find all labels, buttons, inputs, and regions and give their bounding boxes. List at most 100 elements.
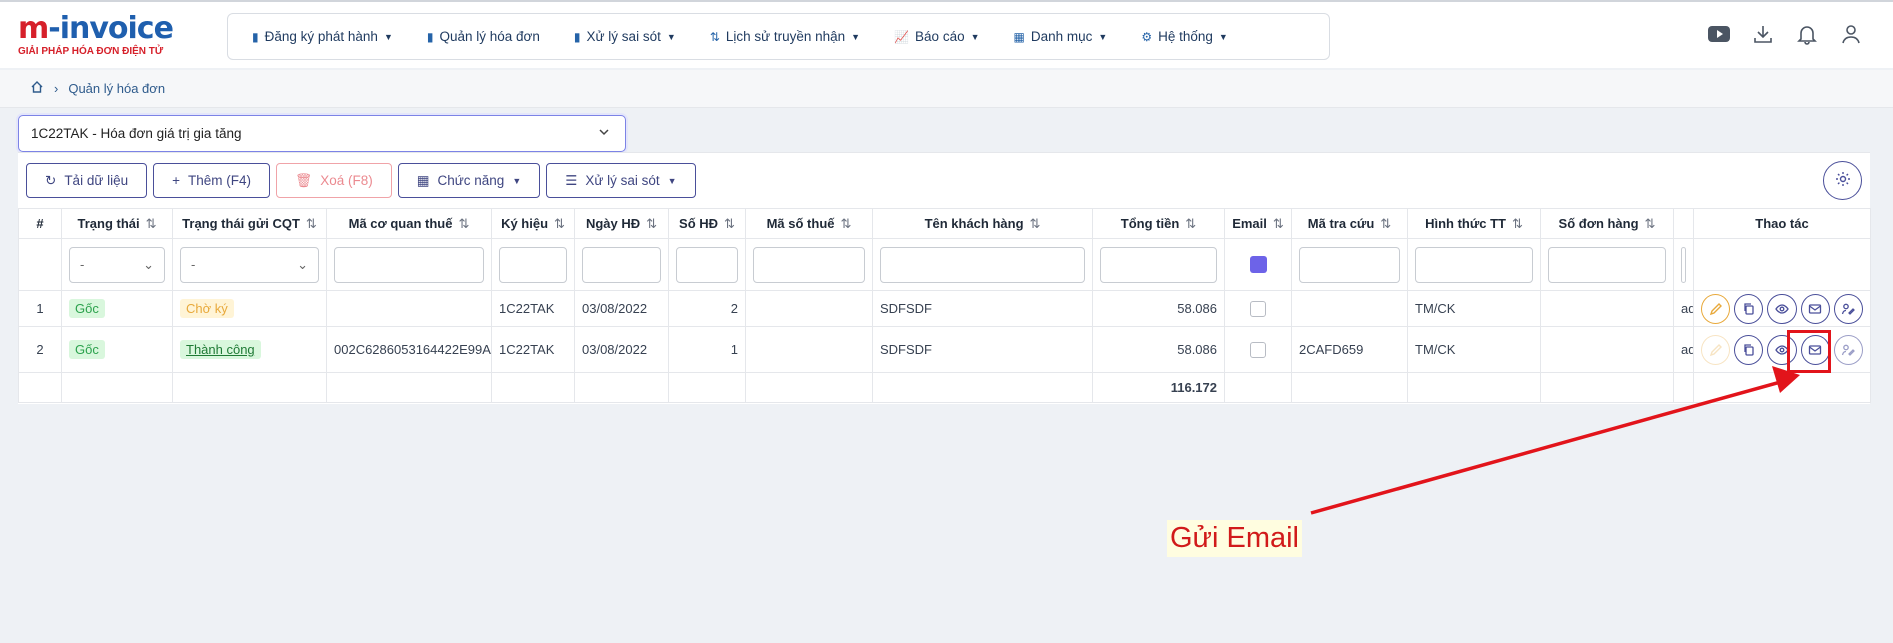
functions-button[interactable]: ▦ Chức năng ▼ <box>397 163 541 198</box>
symbol-filter[interactable] <box>499 246 567 283</box>
col-header-order[interactable]: Số đơn hàng ⇅ <box>1540 208 1674 239</box>
sign-button[interactable] <box>1833 293 1864 324</box>
sort-icon: ⇅ <box>305 215 317 231</box>
nav-quan-ly-hoa-don[interactable]: ▮ Quản lý hóa đơn <box>427 29 540 44</box>
tax-agency-code-filter[interactable] <box>334 246 484 283</box>
nav-bao-cao[interactable]: 📈 Báo cáo ▼ <box>894 29 979 44</box>
logo[interactable]: m-invoice GIẢI PHÁP HÓA ĐƠN ĐIỆN TỬ <box>18 14 198 60</box>
invoice-type-select[interactable]: 1C22TAK - Hóa đơn giá trị gia tăng <box>18 115 626 152</box>
col-header-tax-id[interactable]: Mã số thuế ⇅ <box>745 208 873 239</box>
add-button[interactable]: + Thêm (F4) <box>153 163 271 198</box>
col-header-date[interactable]: Ngày HĐ ⇅ <box>574 208 669 239</box>
sign-button[interactable] <box>1833 334 1864 365</box>
invoice-icon: ▮ <box>426 29 434 44</box>
order-filter[interactable] <box>1548 246 1666 283</box>
col-header-email[interactable]: Email ⇅ <box>1224 208 1292 239</box>
sort-icon: ⇅ <box>1185 215 1197 231</box>
status-filter[interactable]: - ⌄ <box>69 246 165 283</box>
invoice-type-value: 1C22TAK - Hóa đơn giá trị gia tăng <box>31 126 242 141</box>
copy-button[interactable] <box>1734 334 1764 365</box>
col-header-number[interactable]: Số HĐ ⇅ <box>668 208 746 239</box>
email-button-highlight <box>1787 330 1831 373</box>
table-row[interactable]: 2 Gốc Thành công 002C6286053164422E99AFC… <box>18 326 1871 373</box>
send-status-filter[interactable]: - ⌄ <box>180 246 319 283</box>
error-handling-button[interactable]: ☰ Xử lý sai sót ▼ <box>546 163 696 198</box>
status-badge: Gốc <box>69 299 105 318</box>
extra-filter[interactable] <box>1681 246 1686 283</box>
sort-icon: ⇅ <box>646 215 658 231</box>
row-actions <box>1701 334 1864 365</box>
col-header-total[interactable]: Tổng tiền ⇅ <box>1092 208 1225 239</box>
chevron-down-icon: ▼ <box>970 31 980 42</box>
sort-icon: ⇅ <box>458 215 470 231</box>
file-icon: ▮ <box>252 29 259 44</box>
sort-icon: ⇅ <box>1272 215 1284 231</box>
email-filter-checkbox[interactable] <box>1249 256 1267 273</box>
col-header-actions: Thao tác <box>1693 208 1871 239</box>
refresh-icon: ↻ <box>45 172 57 188</box>
sort-icon: ⇅ <box>1029 215 1041 231</box>
sort-icon: ⇅ <box>709 29 720 44</box>
col-header-send-status[interactable]: Trạng thái gửi CQT ⇅ <box>172 208 327 239</box>
breadcrumb: › Quản lý hóa đơn <box>0 70 1893 108</box>
col-header-symbol[interactable]: Ký hiệu ⇅ <box>491 208 575 239</box>
chevron-down-icon: ⌄ <box>297 256 308 272</box>
send-status-badge[interactable]: Thành công <box>180 340 261 359</box>
total-filter[interactable] <box>1100 246 1217 283</box>
plus-icon: + <box>172 173 181 188</box>
col-header-extra <box>1673 208 1694 239</box>
delete-button[interactable]: 🗑 Xoá (F8) <box>276 163 392 198</box>
col-header-payment[interactable]: Hình thức TT ⇅ <box>1407 208 1541 239</box>
tax-id-filter[interactable] <box>753 246 865 283</box>
table-header: # Trạng thái ⇅ Trạng thái gửi CQT ⇅ Mã cơ … <box>18 208 1871 239</box>
col-header-status[interactable]: Trạng thái ⇅ <box>61 208 173 239</box>
nav-danh-muc[interactable]: ▦ Danh mục ▼ <box>1014 29 1108 44</box>
sort-icon: ⇅ <box>1644 215 1656 231</box>
chevron-down-icon: ▼ <box>1098 31 1108 42</box>
chevron-down-icon: ▼ <box>666 31 676 42</box>
table-settings-button[interactable] <box>1823 161 1862 200</box>
file-error-icon: ▮ <box>573 29 581 44</box>
email-checkbox[interactable] <box>1250 300 1266 317</box>
sort-icon: ⇅ <box>840 215 852 231</box>
reload-button[interactable]: ↻ Tải dữ liệu <box>26 163 148 198</box>
edit-button[interactable] <box>1701 293 1731 324</box>
chevron-down-icon: ▼ <box>851 31 861 42</box>
view-button[interactable] <box>1767 293 1797 324</box>
email-checkbox[interactable] <box>1250 341 1266 358</box>
trash-icon: 🗑 <box>295 172 313 188</box>
sort-icon: ⇅ <box>145 215 157 231</box>
header-actions <box>1707 22 1863 46</box>
chevron-right-icon: › <box>54 81 59 96</box>
logo-tagline: GIẢI PHÁP HÓA ĐƠN ĐIỆN TỬ <box>18 46 164 57</box>
user-icon[interactable] <box>1839 22 1863 46</box>
table-row[interactable]: 1 Gốc Chờ ký 1C22TAK 03/08/2022 2 SDFSDF… <box>18 290 1871 327</box>
send-email-button[interactable] <box>1800 293 1830 324</box>
customer-filter[interactable] <box>880 246 1085 283</box>
copy-button[interactable] <box>1734 293 1764 324</box>
youtube-icon[interactable] <box>1707 22 1731 46</box>
number-filter[interactable] <box>676 246 738 283</box>
edit-button[interactable] <box>1701 334 1731 365</box>
chevron-down-icon: ⌄ <box>143 256 154 272</box>
grid-icon: ▦ <box>1013 29 1025 44</box>
col-header-customer[interactable]: Tên khách hàng ⇅ <box>872 208 1093 239</box>
col-header-lookup[interactable]: Mã tra cứu ⇅ <box>1291 208 1408 239</box>
nav-xu-ly-sai-sot[interactable]: ▮ Xử lý sai sót ▼ <box>574 29 676 44</box>
home-icon[interactable] <box>30 80 44 97</box>
nav-dang-ky-phat-hanh[interactable]: ▮ Đăng ký phát hành ▼ <box>252 29 393 44</box>
sort-icon: ⇅ <box>554 215 565 231</box>
download-icon[interactable] <box>1751 22 1775 46</box>
lookup-filter[interactable] <box>1299 246 1400 283</box>
date-filter[interactable] <box>582 246 661 283</box>
bell-icon[interactable] <box>1795 22 1819 46</box>
sort-icon: ⇅ <box>724 215 735 231</box>
nav-he-thong[interactable]: ⚙ Hệ thống ▼ <box>1141 29 1227 44</box>
breadcrumb-current[interactable]: Quản lý hóa đơn <box>68 81 165 96</box>
sort-icon: ⇅ <box>1512 215 1523 231</box>
sum-total: 116.172 <box>1092 372 1225 403</box>
payment-filter[interactable] <box>1415 246 1533 283</box>
col-header-tax-agency-code[interactable]: Mã cơ quan thuế ⇅ <box>326 208 492 239</box>
nav-lich-su-truyen-nhan[interactable]: ⇅ Lịch sử truyền nhận ▼ <box>710 29 860 44</box>
invoice-table: # Trạng thái ⇅ Trạng thái gửi CQT ⇅ Mã cơ … <box>18 208 1871 403</box>
